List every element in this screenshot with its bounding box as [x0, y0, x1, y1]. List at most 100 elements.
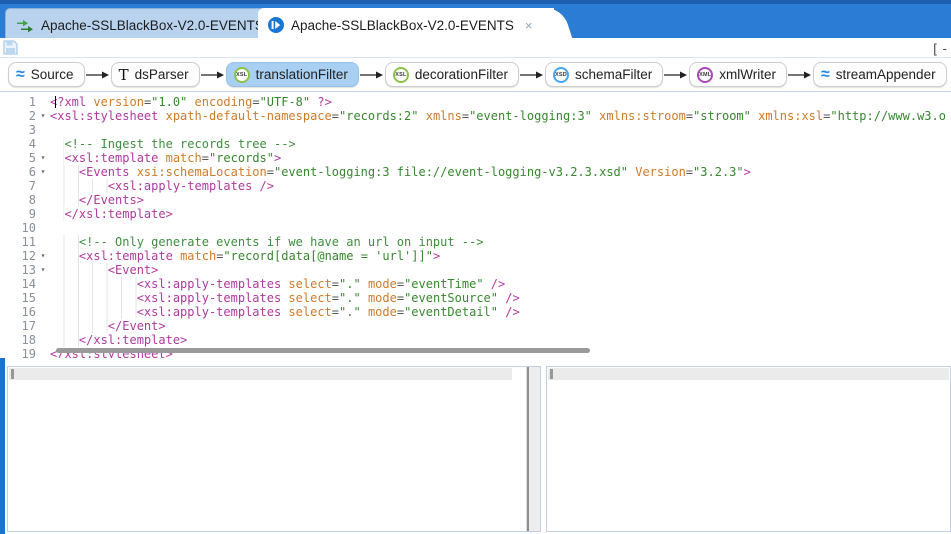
code-text: </Event> — [50, 319, 951, 333]
pipeline-element-xmlwriter[interactable]: XML xmlWriter — [689, 62, 787, 87]
token-pun: = — [685, 109, 694, 123]
code-line[interactable]: 14 <xsl:apply-templates select="." mode=… — [0, 277, 951, 291]
token-tag: <xsl:template — [64, 151, 166, 165]
code-line[interactable]: 12 ▾ <xsl:template match="record[data[@na… — [0, 249, 951, 263]
line-number: 12 — [21, 249, 36, 263]
line-number: 19 — [21, 347, 36, 358]
token-attr: xmlns — [425, 109, 462, 123]
token-pun: = — [266, 165, 274, 179]
code-line[interactable]: 8 </Events> — [0, 193, 951, 207]
pipeline-element-source[interactable]: ≈ Source — [8, 62, 85, 87]
token-attr: select — [288, 305, 332, 319]
input-data-pane[interactable] — [7, 366, 541, 532]
line-number: 15 — [21, 291, 36, 305]
save-button[interactable] — [3, 40, 18, 55]
line-gutter[interactable]: 16 — [0, 305, 50, 319]
xml-icon: XML — [697, 66, 714, 83]
tab-feed[interactable]: Apache-SSLBlackBox-V2.0-EVENTS × — [5, 8, 294, 42]
fold-arrow-icon[interactable]: ▾ — [36, 151, 50, 165]
code-line[interactable]: 16 <xsl:apply-templates select="." mode=… — [0, 305, 951, 319]
pane-horizontal-scrollbar[interactable] — [9, 368, 512, 380]
line-gutter[interactable]: 14 — [0, 277, 50, 291]
code-line[interactable]: 6 ▾ <Events xsi:schemaLocation="event-log… — [0, 165, 951, 179]
token-pun: = — [396, 291, 405, 305]
output-data-pane[interactable] — [546, 366, 951, 532]
code-line[interactable]: 9 </xsl:template> — [0, 207, 951, 221]
token-ind — [50, 249, 79, 263]
xslt-code-editor[interactable]: 1 <?xml version="1.0" encoding="UTF-8" ?>… — [0, 92, 951, 358]
pipeline-element-schemafilter[interactable]: XSD schemaFilter — [544, 62, 664, 87]
code-line[interactable]: 2 ▾ <xsl:stylesheet xpath-default-namespac… — [0, 109, 951, 123]
pipeline-element-decorationfilter[interactable]: XSL decorationFilter — [384, 62, 519, 87]
token-tag: <xsl:stylesheet — [50, 109, 166, 123]
line-gutter[interactable]: 9 — [0, 207, 50, 221]
pipeline-element-label: translationFilter — [255, 67, 348, 82]
line-gutter[interactable]: 7 — [0, 179, 50, 193]
code-line[interactable]: 13 ▾ <Event> — [0, 263, 951, 277]
token-pun: = — [396, 305, 405, 319]
line-gutter[interactable]: 6 ▾ — [0, 165, 50, 179]
code-text: <xsl:apply-templates select="." mode="ev… — [50, 277, 951, 291]
code-line[interactable]: 7 <xsl:apply-templates /> — [0, 179, 951, 193]
tab-pipeline[interactable]: Apache-SSLBlackBox-V2.0-EVENTS × — [258, 8, 555, 42]
pipeline-element-translationfilter[interactable]: XSL translationFilter — [225, 62, 359, 87]
fold-arrow-icon[interactable]: ▾ — [36, 109, 50, 123]
token-pun — [187, 95, 194, 109]
code-line[interactable]: 10 — [0, 221, 951, 235]
code-line[interactable]: 17 </Event> — [0, 319, 951, 333]
line-gutter[interactable]: 18 — [0, 333, 50, 347]
token-pun: = — [201, 151, 209, 165]
fold-arrow-icon[interactable]: ▾ — [36, 165, 50, 179]
token-pun — [361, 277, 368, 291]
fold-arrow-icon[interactable]: ▾ — [36, 249, 50, 263]
scrollbar-thumb[interactable] — [527, 367, 529, 531]
line-gutter[interactable]: 10 — [0, 221, 50, 235]
line-gutter[interactable]: 5 ▾ — [0, 151, 50, 165]
line-gutter[interactable]: 1 — [0, 95, 50, 109]
code-line[interactable]: 1 <?xml version="1.0" encoding="UTF-8" ?> — [0, 95, 951, 109]
xslt-icon: XSL — [233, 66, 250, 83]
token-tag: ?> — [310, 95, 332, 109]
token-str: "eventSource" — [404, 291, 498, 305]
line-gutter[interactable]: 12 ▾ — [0, 249, 50, 263]
line-gutter[interactable]: 11 — [0, 235, 50, 249]
token-tag: </Event> — [107, 319, 166, 333]
code-line[interactable]: 15 <xsl:apply-templates select="." mode=… — [0, 291, 951, 305]
line-gutter[interactable]: 2 ▾ — [0, 109, 50, 123]
pane-horizontal-scrollbar[interactable] — [548, 368, 949, 380]
scrollbar-thumb[interactable] — [11, 369, 14, 379]
token-attr: encoding — [194, 95, 253, 109]
line-number: 11 — [21, 235, 36, 249]
line-gutter[interactable]: 17 — [0, 319, 50, 333]
line-gutter[interactable]: 13 ▾ — [0, 263, 50, 277]
code-text: <!-- Only generate events if we have an … — [50, 235, 951, 249]
line-gutter[interactable]: 4 — [0, 137, 50, 151]
pipeline-element-dsparser[interactable]: T dsParser — [110, 62, 200, 87]
token-str: "stroom" — [693, 109, 751, 123]
line-gutter[interactable]: 15 — [0, 291, 50, 305]
token-attr: mode — [367, 277, 397, 291]
horizontal-scrollbar[interactable] — [56, 348, 590, 353]
code-line[interactable]: 3 — [0, 123, 951, 137]
token-pun: = — [685, 165, 694, 179]
token-attr: version — [93, 95, 144, 109]
code-line[interactable]: 11 <!-- Only generate events if we have … — [0, 235, 951, 249]
line-gutter[interactable]: 8 — [0, 193, 50, 207]
line-gutter[interactable]: 19 — [0, 347, 50, 358]
line-gutter[interactable]: 3 — [0, 123, 50, 137]
pane-vertical-scrollbar[interactable] — [526, 367, 540, 531]
fold-arrow-icon[interactable]: ▾ — [36, 263, 50, 277]
scrollbar-thumb[interactable] — [550, 369, 553, 379]
code-line[interactable]: 5 ▾ <xsl:template match="records"> — [0, 151, 951, 165]
code-line[interactable]: 4 <!-- Ingest the records tree --> — [0, 137, 951, 151]
code-line[interactable]: 18 </xsl:template> — [0, 333, 951, 347]
tab-bar: Apache-SSLBlackBox-V2.0-EVENTS × Apache-… — [0, 0, 951, 42]
pipeline-element-streamappender[interactable]: ≈ streamAppender — [812, 62, 947, 87]
token-tag: <Event> — [107, 263, 159, 277]
tab-close-icon[interactable]: × — [525, 18, 533, 33]
token-str: "eventTime" — [404, 277, 484, 291]
